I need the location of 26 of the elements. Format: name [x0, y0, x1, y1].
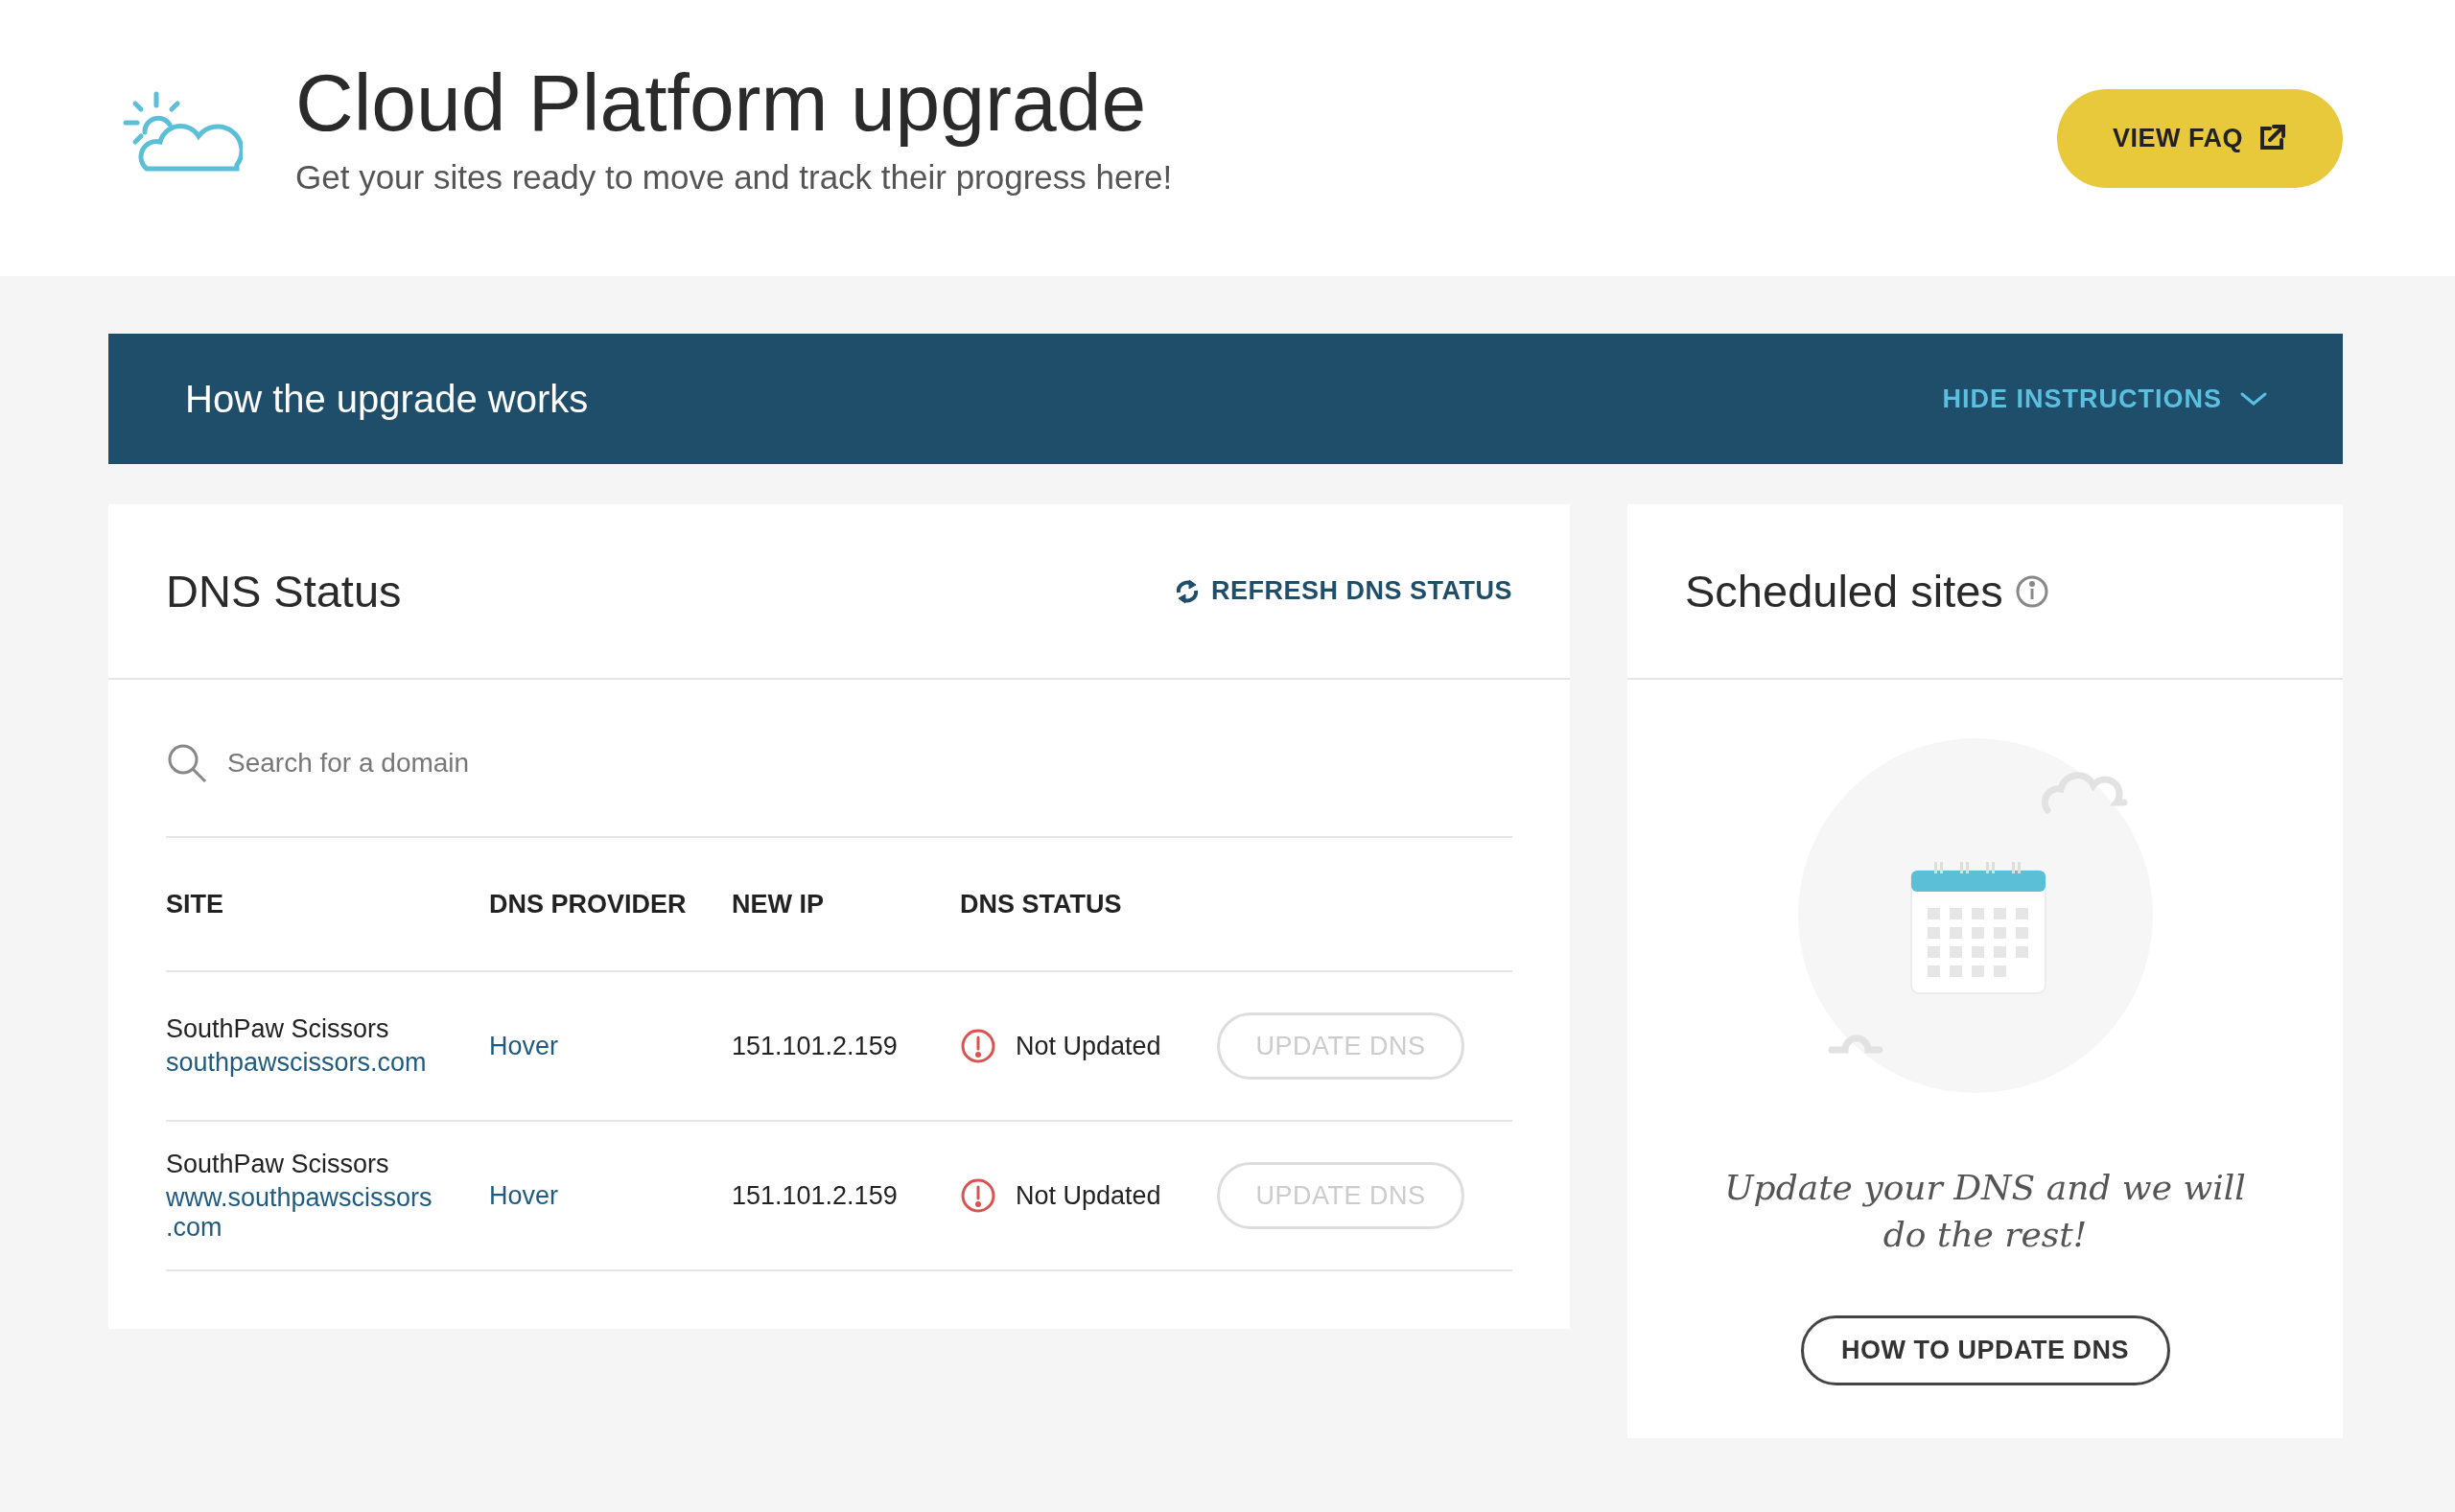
column-header: SITE	[166, 889, 223, 919]
scheduled-message: Update your DNS and we will do the rest!	[1723, 1167, 2247, 1256]
dns-status-text: Not Updated	[1016, 1031, 1161, 1061]
how-to-update-dns-button[interactable]: HOW TO UPDATE DNS	[1800, 1315, 2170, 1386]
site-name: SouthPaw Scissors	[166, 1149, 389, 1179]
refresh-icon	[1175, 576, 1200, 606]
warning-icon	[960, 1177, 996, 1214]
banner-title: How the upgrade works	[185, 377, 589, 421]
ip-address: 151.101.2.159	[732, 1180, 898, 1211]
info-icon[interactable]	[2014, 573, 2049, 609]
chevron-icon	[2239, 391, 2268, 407]
page-subtitle: Get your sites ready to move and track their progress here!	[295, 158, 1174, 198]
view-faq-button[interactable]: VIEW FAQ	[2057, 88, 2343, 188]
search-field[interactable]: Search for a domain	[225, 746, 1512, 779]
column-header: DNS PROVIDER	[489, 889, 687, 919]
card-title: Scheduled sites	[1685, 565, 2003, 617]
column-header: DNS STATUS	[960, 889, 1122, 919]
ip-address: 151.101.2.159	[732, 1031, 898, 1061]
dns-status-text: Not Updated	[1016, 1180, 1161, 1211]
column-header: NEW IP	[732, 889, 824, 919]
page-title: Cloud Platform upgrade	[295, 59, 1148, 146]
warning-icon	[960, 1028, 996, 1064]
hide-instructions-toggle[interactable]: HIDE INSTRUCTIONS	[1942, 384, 2268, 414]
site-name: SouthPaw Scissors	[166, 1014, 389, 1044]
card-title: DNS Status	[166, 565, 402, 617]
refresh-dns-status-link[interactable]: REFRESH DNS STATUS	[1175, 576, 1512, 606]
